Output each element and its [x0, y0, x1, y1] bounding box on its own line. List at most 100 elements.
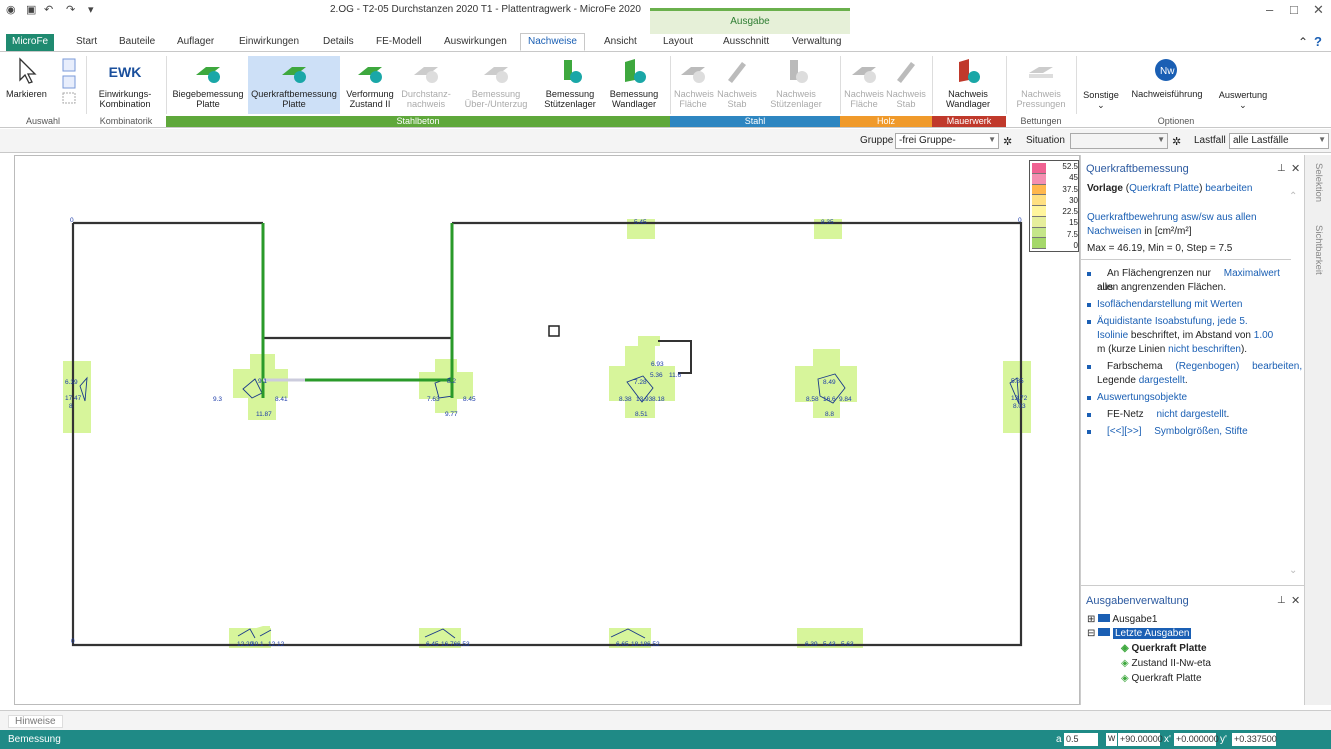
- b3b-link[interactable]: Isolinie: [1097, 330, 1128, 341]
- b7a-link[interactable]: [<<][>>]: [1097, 426, 1141, 437]
- value-label: 11.6: [669, 372, 682, 379]
- legend-value: 52.5: [1062, 162, 1078, 171]
- value-label: 12.12: [268, 641, 285, 648]
- biegebemessung-platte-button[interactable]: Biegebemessung Platte: [170, 56, 246, 109]
- punching-icon: [414, 67, 438, 83]
- b4e-link[interactable]: dargestellt: [1139, 375, 1185, 386]
- quick-access-dropdown-icon[interactable]: ▾: [88, 3, 94, 16]
- gruppe-settings-icon[interactable]: ✲: [1003, 135, 1012, 148]
- panel-title: Querkraftbemessung: [1086, 163, 1189, 175]
- einwirkungs-kombination-button[interactable]: EWK Einwirkungs- Kombination: [90, 56, 160, 109]
- tab-fe-modell[interactable]: FE-Modell: [376, 36, 422, 47]
- a-field[interactable]: 0.5: [1064, 733, 1098, 746]
- collapse-ribbon-icon[interactable]: ⌃: [1298, 35, 1308, 49]
- bemessung-ueber-unterzug-button[interactable]: Bemessung Über-/Unterzug: [458, 56, 534, 109]
- holz-nachweis-stab-button[interactable]: Nachweis Stab: [886, 56, 926, 109]
- ausgaben-title: Ausgabenverwaltung: [1086, 595, 1189, 607]
- tab-microfe[interactable]: MicroFe: [6, 34, 55, 51]
- markieren-button[interactable]: Markieren: [6, 56, 47, 99]
- mauerwerk-nachweis-wandlager-button[interactable]: Nachweis Wandlager: [936, 56, 1000, 109]
- auswertung-button[interactable]: Auswertung ⌄: [1212, 90, 1274, 110]
- tab-bauteile[interactable]: Bauteile: [119, 36, 155, 47]
- b7b-link[interactable]: Symbolgrößen, Stifte: [1144, 426, 1247, 437]
- value-label: 8.38: [619, 396, 632, 403]
- tab-start[interactable]: Start: [76, 36, 97, 47]
- situation-settings-icon[interactable]: ✲: [1172, 135, 1181, 148]
- tree-item-querkraft-platte-2[interactable]: ◈ Querkraft Platte: [1121, 673, 1202, 684]
- save-icon[interactable]: ▣: [26, 3, 36, 16]
- verformung-zustand-ii-button[interactable]: Verformung Zustand II: [344, 56, 396, 109]
- stahl-nachweis-stab-button[interactable]: Nachweis Stab: [716, 56, 758, 109]
- b1b-link[interactable]: Maximalwert: [1214, 268, 1280, 279]
- b4b-link[interactable]: (Regenbogen): [1165, 361, 1239, 372]
- b5-link[interactable]: Auswertungsobjekte: [1087, 392, 1187, 403]
- b2-link[interactable]: Isoflächendarstellung mit Werten: [1087, 299, 1242, 310]
- tree-item-zustand-ii[interactable]: ◈ Zustand II-Nw-eta: [1121, 658, 1211, 669]
- nachweis-pressungen-button[interactable]: Nachweis Pressungen: [1010, 56, 1072, 109]
- tab-selektion[interactable]: Selektion: [1313, 163, 1324, 202]
- value-label: 6.53: [457, 641, 470, 648]
- close-icon[interactable]: ✕: [1313, 2, 1324, 18]
- b4c-link[interactable]: bearbeiten,: [1242, 361, 1302, 372]
- querkraftbemessung-platte-button[interactable]: Querkraftbemessung Platte: [248, 56, 340, 114]
- tab-details[interactable]: Details: [323, 36, 354, 47]
- pin-icon[interactable]: ⊥: [1277, 595, 1286, 606]
- model-canvas[interactable]: 0 5.45 8.35 0 6.39 17.47 8 5.85 13.72 8.…: [14, 155, 1080, 705]
- plate-plot[interactable]: 0 5.45 8.35 0 6.39 17.47 8 5.85 13.72 8.…: [15, 156, 1081, 706]
- tab-auswirkungen[interactable]: Auswirkungen: [444, 36, 507, 47]
- tree-item-letzte-ausgaben[interactable]: ⊟ Letzte Ausgaben: [1087, 628, 1192, 639]
- tree-label: Ausgabe1: [1112, 614, 1158, 625]
- tab-ausschnitt[interactable]: Ausschnitt: [723, 36, 769, 47]
- x-field[interactable]: +0.000000: [1174, 733, 1219, 746]
- gruppe-dropdown[interactable]: -frei Gruppe- ▼: [895, 133, 999, 149]
- bemessung-wandlager-button[interactable]: Bemessung Wandlager: [604, 56, 664, 109]
- sonstige-button[interactable]: Sonstige ⌄: [1080, 90, 1122, 110]
- b3a-link[interactable]: Äquidistante Isoabstufung, jede 5.: [1087, 316, 1248, 327]
- vorlage-bearbeiten-link[interactable]: bearbeiten: [1205, 183, 1252, 194]
- close-icon[interactable]: ✕: [1291, 162, 1300, 175]
- scroll-down-icon[interactable]: ⌄: [1289, 565, 1297, 576]
- stahl-nachweis-flaeche-button[interactable]: Nachweis Fläche: [674, 56, 714, 109]
- tab-ansicht[interactable]: Ansicht: [604, 36, 637, 47]
- undo-icon[interactable]: ↶: [44, 3, 53, 16]
- bemessung-stuetzenlager-button[interactable]: Bemessung Stützenlager: [538, 56, 602, 109]
- help-icon[interactable]: ?: [1314, 34, 1322, 49]
- pin-icon[interactable]: ⊥: [1277, 163, 1286, 174]
- w-field[interactable]: +90.00000: [1118, 733, 1163, 746]
- scroll-up-icon[interactable]: ⌃: [1289, 191, 1297, 202]
- tab-sichtbarkeit[interactable]: Sichtbarkeit: [1313, 225, 1324, 275]
- maxmin-line: Max = 46.19, Min = 0, Step = 7.5: [1087, 243, 1233, 254]
- stahl-nachweis-stuetzenlager-button[interactable]: Nachweis Stützenlager: [764, 56, 828, 109]
- close-icon[interactable]: ✕: [1291, 594, 1300, 607]
- legend-swatch: [1032, 195, 1046, 206]
- slab-outline: [71, 221, 1023, 647]
- vorlage-link[interactable]: Querkraft Platte: [1129, 183, 1199, 194]
- lastfall-dropdown[interactable]: alle Lastfälle ▼: [1229, 133, 1329, 149]
- desc-link-2[interactable]: Nachweisen: [1087, 226, 1141, 237]
- b6b-link[interactable]: nicht dargestellt: [1146, 409, 1226, 420]
- selection-marker[interactable]: [548, 325, 560, 337]
- tree-item-querkraft-platte-1[interactable]: ◈ Querkraft Platte: [1121, 643, 1207, 654]
- group-bettungen: Bettungen: [1020, 116, 1062, 126]
- value-label: 5.43: [823, 641, 836, 648]
- desc-link-1[interactable]: Querkraftbewehrung asw/sw aus allen: [1087, 212, 1257, 223]
- durchstanznachweis-button[interactable]: Durchstanz-nachweis: [398, 56, 454, 109]
- b3d-link[interactable]: 1.00: [1254, 330, 1273, 341]
- b3f-link[interactable]: nicht beschriften: [1168, 344, 1241, 355]
- y-field[interactable]: +0.337500: [1232, 733, 1277, 746]
- selection-mode-icons[interactable]: [60, 56, 80, 106]
- tab-einwirkungen[interactable]: Einwirkungen: [239, 36, 299, 47]
- situation-dropdown[interactable]: ▼: [1070, 133, 1168, 149]
- tab-layout[interactable]: Layout: [663, 36, 693, 47]
- tab-auflager[interactable]: Auflager: [177, 36, 214, 47]
- tab-verwaltung[interactable]: Verwaltung: [792, 36, 841, 47]
- tab-nachweise[interactable]: Nachweise: [520, 33, 585, 51]
- x-label: x': [1164, 734, 1171, 745]
- maximize-icon[interactable]: □: [1290, 2, 1298, 17]
- minimize-icon[interactable]: –: [1266, 2, 1273, 17]
- holz-nachweis-flaeche-button[interactable]: Nachweis Fläche: [844, 56, 884, 109]
- nachweisfuehrung-button[interactable]: Nw Nachweisführung: [1124, 56, 1210, 99]
- redo-icon[interactable]: ↷: [66, 3, 75, 16]
- tab-hinweise[interactable]: Hinweise: [8, 715, 63, 728]
- tree-item-ausgabe1[interactable]: ⊞ Ausgabe1: [1087, 614, 1157, 625]
